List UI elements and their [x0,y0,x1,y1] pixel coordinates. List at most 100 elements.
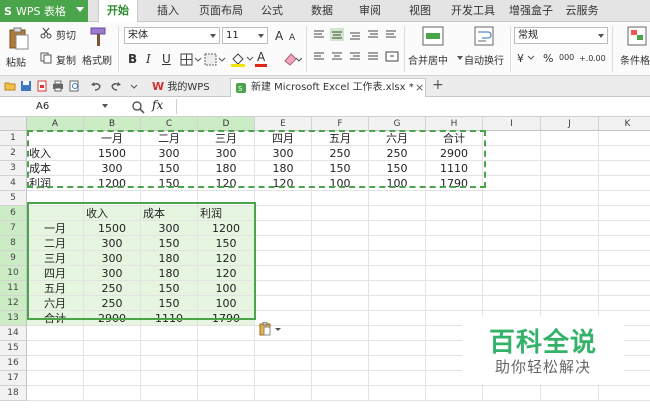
cell-d9[interactable]: 120 [198,251,255,266]
font-size-select[interactable]: 11 [222,27,268,44]
cell-a11[interactable]: 五月 [27,281,84,296]
cell-f12[interactable] [312,296,369,311]
paste-button[interactable]: 粘贴 [6,54,26,69]
cell-h12[interactable] [426,296,483,311]
cell-g18[interactable] [369,386,426,401]
cell-d3[interactable]: 180 [198,161,255,176]
cell-a9[interactable]: 三月 [27,251,84,266]
cell-g5[interactable] [369,191,426,206]
cell-d1[interactable]: 三月 [198,131,255,146]
row-header-8[interactable]: 8 [0,236,27,251]
cell-d14[interactable] [198,326,255,341]
column-header-i[interactable]: I [483,117,541,131]
cell-e6[interactable] [255,206,312,221]
tab-developer[interactable]: 开发工具 [448,0,498,22]
cell-style-icon[interactable] [204,53,226,66]
cell-g1[interactable]: 六月 [369,131,426,146]
cell-i10[interactable] [483,266,541,281]
cell-b17[interactable] [84,371,141,386]
cell-i5[interactable] [483,191,541,206]
cell-a10[interactable]: 四月 [27,266,84,281]
column-header-j[interactable]: J [541,117,599,131]
cell-g3[interactable]: 150 [369,161,426,176]
cell-f8[interactable] [312,236,369,251]
cell-b4[interactable]: 1200 [84,176,141,191]
close-icon[interactable]: × [415,79,424,97]
cell-d10[interactable]: 120 [198,266,255,281]
cell-g13[interactable] [369,311,426,326]
quick-access-chevron-icon[interactable] [128,80,140,92]
cell-a5[interactable] [27,191,84,206]
column-header-f[interactable]: F [312,117,369,131]
percent-button[interactable]: % [543,52,553,65]
cell-b9[interactable]: 300 [84,251,141,266]
font-grow-shrink-icon[interactable]: A A [274,28,302,42]
cell-g4[interactable]: 100 [369,176,426,191]
cell-f6[interactable] [312,206,369,221]
cell-g16[interactable] [369,356,426,371]
zoom-icon[interactable] [131,100,145,114]
cell-i8[interactable] [483,236,541,251]
cell-e10[interactable] [255,266,312,281]
cell-k6[interactable] [599,206,650,221]
cell-j6[interactable] [541,206,599,221]
cell-g17[interactable] [369,371,426,386]
cell-e12[interactable] [255,296,312,311]
cell-k3[interactable] [599,161,650,176]
cell-f5[interactable] [312,191,369,206]
cell-f2[interactable]: 250 [312,146,369,161]
cell-i2[interactable] [483,146,541,161]
decimal-icons[interactable]: +.0 .00 [578,51,608,65]
export-pdf-icon[interactable] [36,80,48,92]
tab-cloud[interactable]: 云服务 [562,0,602,22]
row-header-17[interactable]: 17 [0,371,27,386]
cell-b3[interactable]: 300 [84,161,141,176]
row-header-2[interactable]: 2 [0,146,27,161]
cell-g14[interactable] [369,326,426,341]
column-header-a[interactable]: A [27,117,84,131]
row-header-12[interactable]: 12 [0,296,27,311]
cell-b8[interactable]: 300 [84,236,141,251]
cell-e5[interactable] [255,191,312,206]
tab-review[interactable]: 审阅 [354,0,386,22]
cell-e15[interactable] [255,341,312,356]
cell-h18[interactable] [426,386,483,401]
cell-c9[interactable]: 180 [141,251,198,266]
cell-k7[interactable] [599,221,650,236]
cell-c17[interactable] [141,371,198,386]
cell-k4[interactable] [599,176,650,191]
save-icon[interactable] [20,80,32,92]
cell-c1[interactable]: 二月 [141,131,198,146]
function-button[interactable]: fx [152,98,163,112]
cell-i1[interactable] [483,131,541,146]
cell-e7[interactable] [255,221,312,236]
cell-c8[interactable]: 150 [141,236,198,251]
cell-b11[interactable]: 250 [84,281,141,296]
horizontal-align-icons[interactable] [312,50,402,64]
tab-workbook[interactable]: S 新建 Microsoft Excel 工作表.xlsx * × [230,78,426,97]
cell-f14[interactable] [312,326,369,341]
tab-my-wps[interactable]: W 我的WPS [148,78,228,97]
cell-b7[interactable]: 1500 [84,221,141,236]
cell-j3[interactable] [541,161,599,176]
cell-f10[interactable] [312,266,369,281]
cell-h3[interactable]: 1110 [426,161,483,176]
paste-icon[interactable] [8,26,30,50]
row-header-13[interactable]: 13 [0,311,27,326]
row-header-5[interactable]: 5 [0,191,27,206]
font-name-select[interactable]: 宋体 [124,27,220,44]
cell-d16[interactable] [198,356,255,371]
select-all-corner[interactable] [0,117,27,131]
cell-g11[interactable] [369,281,426,296]
cell-f4[interactable]: 100 [312,176,369,191]
underline-button[interactable]: U [162,52,171,66]
tab-data[interactable]: 数据 [306,0,338,22]
cell-f16[interactable] [312,356,369,371]
cell-k18[interactable] [599,386,650,401]
format-painter-icon[interactable] [88,26,108,48]
cell-k9[interactable] [599,251,650,266]
cell-k1[interactable] [599,131,650,146]
cell-c15[interactable] [141,341,198,356]
vertical-align-icons[interactable] [312,28,402,42]
cell-f1[interactable]: 五月 [312,131,369,146]
